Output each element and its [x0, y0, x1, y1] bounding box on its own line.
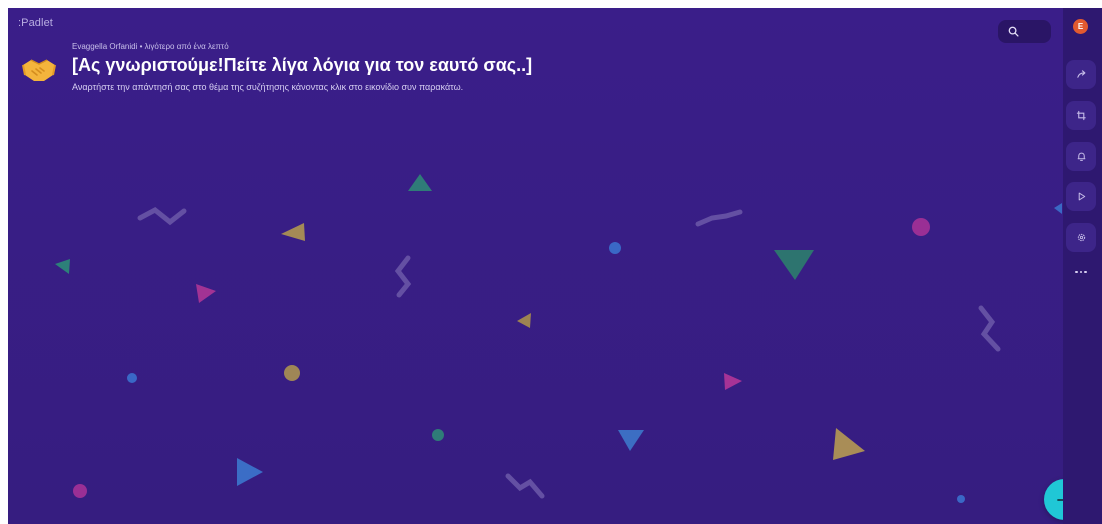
triangle-decoration — [55, 259, 70, 274]
dot-decoration — [912, 218, 930, 236]
handshake-icon — [20, 50, 58, 88]
triangle-decoration — [408, 174, 432, 191]
board-canvas: :Padlet Evaggella Orfanidi • λιγότερο απ… — [8, 8, 1085, 524]
triangle-decoration — [1054, 203, 1062, 214]
board-meta: Evaggella Orfanidi • λιγότερο από ένα λε… — [72, 42, 229, 51]
board-title: [Ας γνωριστούμε!Πείτε λίγα λόγια για τον… — [72, 55, 533, 75]
gear-icon — [1077, 233, 1085, 242]
bell-icon — [1077, 152, 1085, 161]
meta-separator: • — [139, 42, 143, 51]
dot-decoration — [73, 484, 87, 498]
share-button[interactable] — [1066, 60, 1096, 89]
dot-decoration — [957, 495, 965, 503]
triangle-decoration — [281, 223, 305, 241]
more-dot — [1079, 270, 1083, 274]
more-icon[interactable] — [1073, 268, 1089, 276]
settings-button[interactable] — [1066, 223, 1096, 252]
triangle-decoration — [517, 313, 531, 328]
squiggle-decoration — [505, 473, 545, 499]
triangle-decoration — [774, 250, 814, 280]
share-icon — [1076, 70, 1085, 78]
remake-button[interactable] — [1066, 101, 1096, 130]
triangle-decoration — [724, 373, 742, 390]
squiggle-decoration — [394, 255, 412, 298]
play-icon — [1078, 192, 1085, 201]
search-icon — [1008, 26, 1019, 37]
notifications-button[interactable] — [1066, 142, 1096, 171]
user-avatar[interactable]: E — [1073, 19, 1088, 34]
squiggle-decoration — [137, 207, 187, 226]
search-button[interactable] — [998, 20, 1051, 43]
padlet-window: :Padlet Evaggella Orfanidi • λιγότερο απ… — [8, 8, 1102, 524]
dot-decoration — [432, 429, 444, 441]
triangle-decoration — [237, 458, 263, 486]
dot-decoration — [127, 373, 137, 383]
board-description: Αναρτήστε την απάντησή σας στο θέμα της … — [72, 82, 464, 92]
triangle-decoration — [196, 284, 216, 303]
squiggle-decoration — [978, 305, 1001, 352]
dot-decoration — [609, 242, 621, 254]
padlet-logo[interactable]: :Padlet — [18, 17, 53, 29]
triangle-decoration — [618, 430, 644, 451]
remake-icon — [1076, 110, 1086, 121]
more-dot — [1084, 270, 1087, 274]
slideshow-button[interactable] — [1066, 182, 1096, 211]
author-name[interactable]: Evaggella Orfanidi — [72, 42, 137, 51]
triangle-decoration — [833, 428, 865, 460]
squiggle-decoration — [695, 209, 743, 227]
more-dot — [1075, 270, 1078, 274]
dot-decoration — [284, 365, 300, 381]
updated-time: λιγότερο από ένα λεπτό — [144, 42, 229, 51]
